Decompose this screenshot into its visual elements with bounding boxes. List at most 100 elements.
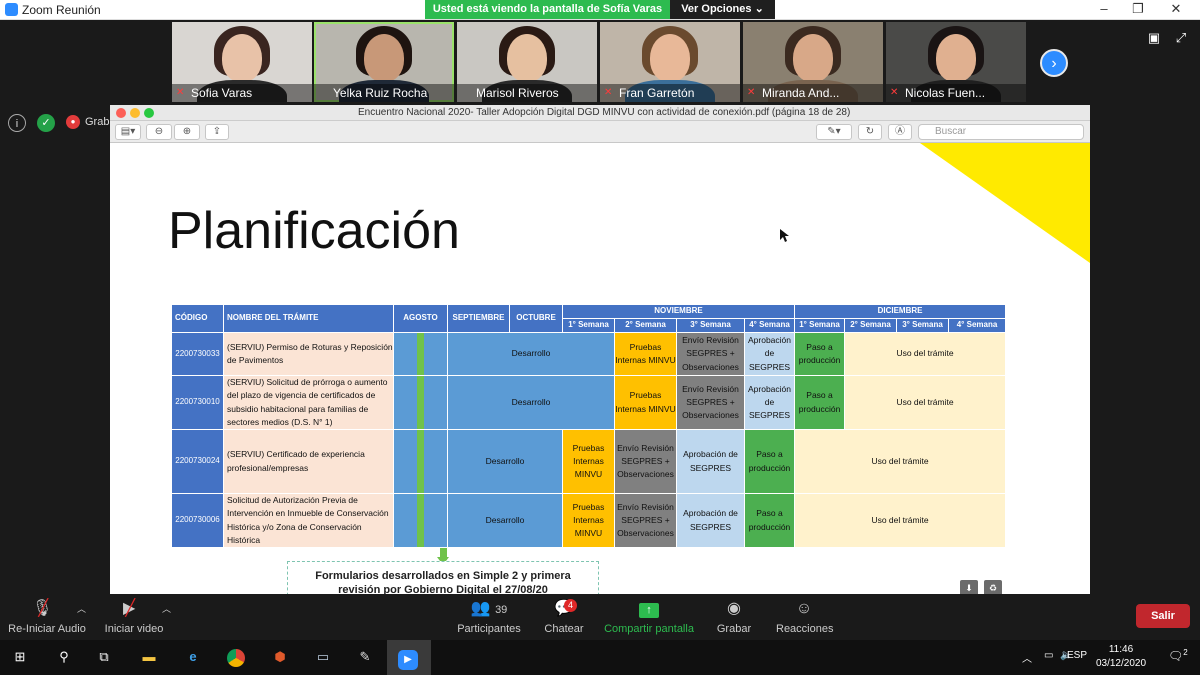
participants-icon: 👥 39 <box>470 600 508 617</box>
search-input[interactable]: Buscar <box>918 124 1084 140</box>
windows-taskbar: ⊞ ⚲ ⧉ ▬ e ⬢ ▭ ✎ ▶ ︿ ▭ 🔈 ESP 11:46 03/12/… <box>0 640 1200 675</box>
reactions-button[interactable]: ☺ Reacciones <box>776 599 833 635</box>
search-icon[interactable]: ⚲ <box>52 645 76 669</box>
markup-pen-icon[interactable]: ✎▾ <box>816 124 852 140</box>
paint-app-icon[interactable]: ✎ <box>353 645 377 669</box>
sidebar-toggle-icon[interactable]: ▤▾ <box>115 124 141 140</box>
participant-name: Nicolas Fuen... <box>905 86 986 100</box>
gallery-layout-icon[interactable]: ▣ <box>1145 30 1163 48</box>
restore-button[interactable]: ❐ <box>1124 1 1152 19</box>
pruebas-cell: Pruebas Internas MINVU <box>614 375 677 430</box>
notifications-icon[interactable]: 🗨2 <box>1168 648 1188 663</box>
next-videos-button[interactable]: › <box>1040 49 1068 77</box>
leave-meeting-button[interactable]: Salir <box>1136 604 1190 628</box>
html5-app-icon[interactable]: ⬢ <box>268 645 292 669</box>
zoom-taskbar-item[interactable]: ▶ <box>387 640 431 675</box>
header-nombre: NOMBRE DEL TRÁMITE <box>223 304 394 333</box>
participant-tile[interactable]: ✕ Fran Garretón <box>600 22 740 102</box>
muted-mic-icon: ✕ <box>176 87 185 98</box>
chrome-icon[interactable] <box>224 645 248 669</box>
security-shield-icon[interactable]: ✓ <box>37 114 55 132</box>
close-window-button[interactable]: ✕ <box>1162 1 1190 19</box>
paso-cell: Paso a producción <box>743 493 796 548</box>
row-name: Solicitud de Autorización Previa de Inte… <box>223 493 394 548</box>
share-screen-button[interactable]: ↑ Compartir pantalla <box>602 599 696 635</box>
muted-mic-icon: ✕ <box>747 87 756 98</box>
zoom-in-icon[interactable]: ⊕ <box>174 124 200 140</box>
recycle-icon[interactable]: ♻ <box>984 580 1002 594</box>
video-options-caret[interactable]: ︿ <box>162 602 171 615</box>
participant-tile[interactable]: Marisol Riveros <box>457 22 597 102</box>
aprobacion-cell: Aprobación de SEGPRES <box>743 375 796 430</box>
participants-count: 39 <box>495 604 508 616</box>
envio-cell: Envío Revisión SEGPRES + Observaciones <box>676 332 745 376</box>
pruebas-cell: Pruebas Internas MINVU <box>614 332 677 376</box>
milestone-note: Formularios desarrollados en Simple 2 y … <box>287 561 599 594</box>
week-header: 3° Semana <box>896 318 950 333</box>
participants-button[interactable]: 👥 39 Participantes <box>456 599 522 635</box>
meeting-info-icon[interactable]: i <box>8 114 26 132</box>
participant-tile[interactable]: ✕ Sofia Varas <box>172 22 312 102</box>
participants-label: Participantes <box>457 623 521 635</box>
windows-start-icon[interactable]: ⊞ <box>8 645 32 669</box>
participant-tile[interactable]: ✕ Nicolas Fuen... <box>886 22 1026 102</box>
taskbar-clock[interactable]: 11:46 03/12/2020 <box>1090 643 1152 671</box>
zoom-logo-icon <box>5 3 18 16</box>
minimize-button[interactable]: – <box>1090 1 1118 19</box>
muted-mic-icon: 🎙╱ <box>32 600 53 617</box>
meeting-controls-bar: 🎙╱ Re-Iniciar Audio ︿ ▶╱ Iniciar video ︿… <box>0 594 1200 640</box>
battery-icon[interactable]: ▭ <box>1044 650 1053 661</box>
view-options-button[interactable]: Ver Opciones ⌄ <box>670 0 775 19</box>
row-code: 2200730033 <box>171 332 224 376</box>
share-icon[interactable]: ⇪ <box>205 124 229 140</box>
chat-unread-badge: 4 <box>564 599 577 612</box>
desarrollo-cell: Desarrollo <box>447 375 615 430</box>
pruebas-cell: Pruebas Internas MINVU <box>562 429 615 494</box>
rotate-icon[interactable]: ↻ <box>858 124 882 140</box>
zoom-dot[interactable] <box>144 108 154 118</box>
record-button[interactable]: ◉ Grabar <box>714 599 754 635</box>
participant-tile[interactable]: ✕ Miranda And... <box>743 22 883 102</box>
tray-expand-icon[interactable]: ︿ <box>1022 650 1032 665</box>
audio-button[interactable]: 🎙╱ Re-Iniciar Audio <box>8 599 86 635</box>
week-header: 4° Semana <box>743 318 796 333</box>
task-view-icon[interactable]: ⧉ <box>92 645 116 669</box>
uso-cell: Uso del trámite <box>844 332 1007 376</box>
desarrollo-cell: Desarrollo <box>447 493 563 548</box>
audio-label: Re-Iniciar Audio <box>8 623 86 635</box>
audio-options-caret[interactable]: ︿ <box>77 602 86 615</box>
recording-icon: ● <box>66 115 80 129</box>
week-header: 3° Semana <box>676 318 745 333</box>
desarrollo-cell: Desarrollo <box>447 332 615 376</box>
window-title: Zoom Reunión <box>22 3 101 17</box>
participant-name: Yelka Ruiz Rocha <box>333 86 428 100</box>
note-line-1: Formularios desarrollados en Simple 2 y … <box>315 570 571 582</box>
close-dot[interactable] <box>116 108 126 118</box>
participant-name: Miranda And... <box>762 86 840 100</box>
minimize-dot[interactable] <box>130 108 140 118</box>
annotate-icon[interactable]: Ⓐ <box>888 124 912 140</box>
muted-mic-icon: ✕ <box>604 87 613 98</box>
pdf-document-title: Encuentro Nacional 2020- Taller Adopción… <box>358 107 851 118</box>
video-button[interactable]: ▶╱ Iniciar video <box>102 599 166 635</box>
internet-explorer-icon[interactable]: e <box>181 645 205 669</box>
language-indicator[interactable]: ESP <box>1067 650 1087 661</box>
download-icon[interactable]: ⬇ <box>960 580 978 594</box>
chat-button[interactable]: 💬 4 Chatear <box>542 599 586 635</box>
zoom-out-icon[interactable]: ⊖ <box>146 124 172 140</box>
notifications-count: 2 <box>1183 648 1188 657</box>
clock-time: 11:46 <box>1108 644 1134 655</box>
pdf-title-bar: Encuentro Nacional 2020- Taller Adopción… <box>110 105 1090 121</box>
row-name: (SERVIU) Solicitud de prórroga o aumento… <box>223 375 394 430</box>
file-explorer-icon[interactable]: ▬ <box>137 645 161 669</box>
remote-desktop-icon[interactable]: ▭ <box>311 645 335 669</box>
week-header: 4° Semana <box>948 318 1007 333</box>
chat-label: Chatear <box>544 623 584 635</box>
note-line-2: revisión por Gobierno Digital el 27/08/2… <box>338 584 548 594</box>
fullscreen-icon[interactable]: ⤢ <box>1172 30 1190 48</box>
envio-cell: Envío Revisión SEGPRES + Observaciones <box>614 429 677 494</box>
uso-cell: Uso del trámite <box>844 375 1007 430</box>
envio-cell: Envío Revisión SEGPRES + Observaciones <box>614 493 677 548</box>
participant-tile[interactable]: Yelka Ruiz Rocha <box>314 22 454 102</box>
milestone-line <box>417 494 425 547</box>
